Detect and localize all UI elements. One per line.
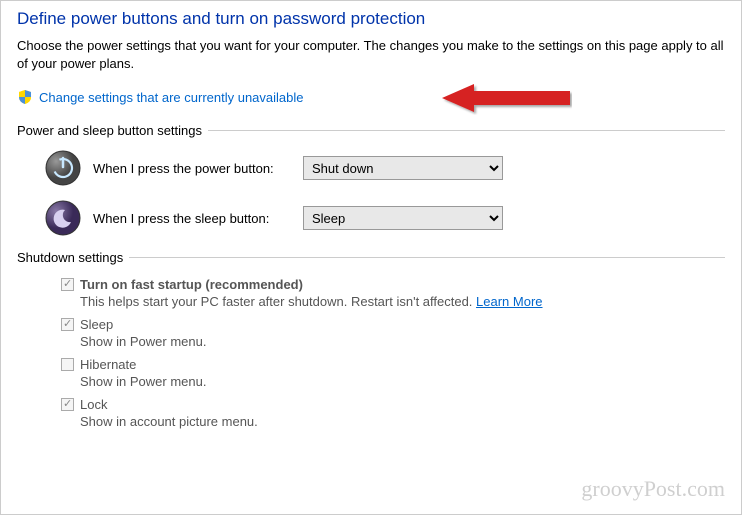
page-title: Define power buttons and turn on passwor… — [17, 9, 725, 29]
divider — [208, 130, 725, 131]
divider — [129, 257, 725, 258]
hibernate-checkbox[interactable] — [61, 358, 74, 371]
sleep-button-row: When I press the sleep button: Sleep — [45, 200, 725, 236]
power-sleep-header-text: Power and sleep button settings — [17, 123, 202, 138]
sleep-icon — [45, 200, 81, 236]
sleep-label: Sleep — [80, 317, 113, 332]
change-settings-row: Change settings that are currently unava… — [17, 89, 725, 105]
shield-icon — [17, 89, 33, 105]
lock-label: Lock — [80, 397, 107, 412]
sleep-row: Sleep Show in Power menu. — [61, 317, 725, 349]
shutdown-section-header: Shutdown settings — [17, 250, 725, 265]
sleep-checkbox[interactable] — [61, 318, 74, 331]
fast-startup-row: Turn on fast startup (recommended) This … — [61, 277, 725, 309]
hibernate-row: Hibernate Show in Power menu. — [61, 357, 725, 389]
page-description: Choose the power settings that you want … — [17, 37, 725, 73]
lock-checkbox[interactable] — [61, 398, 74, 411]
power-button-dropdown[interactable]: Shut down — [303, 156, 503, 180]
shutdown-header-text: Shutdown settings — [17, 250, 123, 265]
lock-desc: Show in account picture menu. — [80, 414, 725, 429]
power-sleep-section-header: Power and sleep button settings — [17, 123, 725, 138]
fast-startup-checkbox[interactable] — [61, 278, 74, 291]
sleep-button-dropdown[interactable]: Sleep — [303, 206, 503, 230]
lock-row: Lock Show in account picture menu. — [61, 397, 725, 429]
hibernate-label: Hibernate — [80, 357, 136, 372]
power-icon — [45, 150, 81, 186]
learn-more-link[interactable]: Learn More — [476, 294, 542, 309]
power-button-label: When I press the power button: — [93, 161, 303, 176]
watermark: groovyPost.com — [581, 476, 725, 502]
change-settings-link[interactable]: Change settings that are currently unava… — [39, 90, 304, 105]
hibernate-desc: Show in Power menu. — [80, 374, 725, 389]
power-button-row: When I press the power button: Shut down — [45, 150, 725, 186]
fast-startup-desc: This helps start your PC faster after sh… — [80, 294, 725, 309]
arrow-annotation-icon — [442, 81, 572, 118]
sleep-desc: Show in Power menu. — [80, 334, 725, 349]
sleep-button-label: When I press the sleep button: — [93, 211, 303, 226]
fast-startup-label: Turn on fast startup (recommended) — [80, 277, 303, 292]
